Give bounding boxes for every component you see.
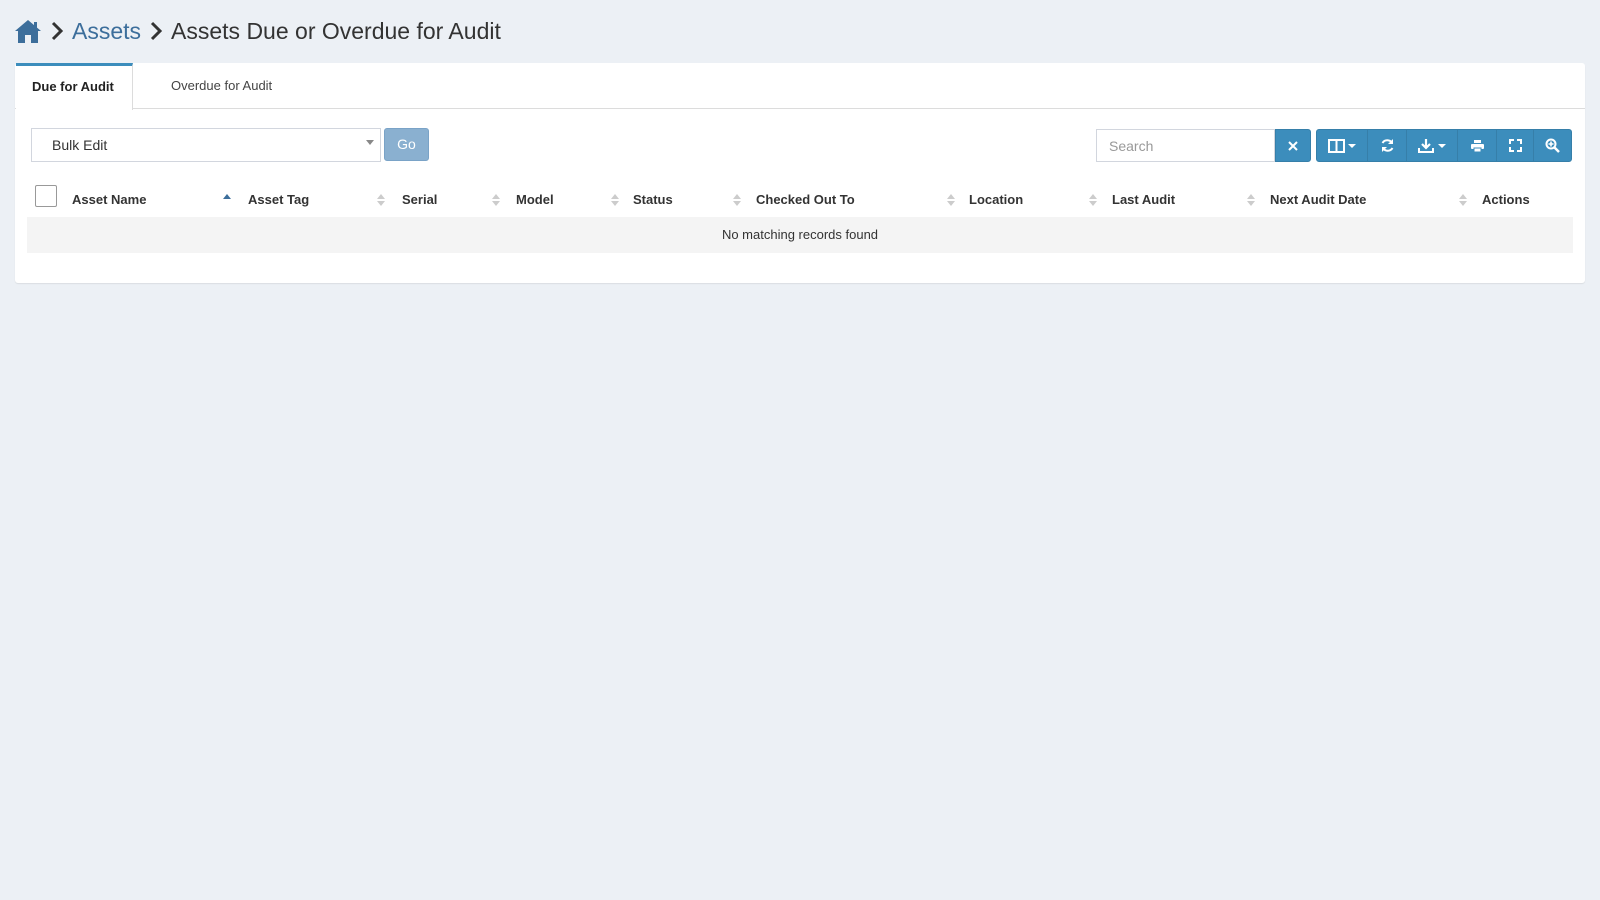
column-label: Status [633, 192, 673, 207]
fullscreen-icon [1508, 139, 1522, 152]
breadcrumb-assets-link[interactable]: Assets [72, 18, 141, 45]
sort-icon [377, 194, 385, 206]
column-label: Actions [1482, 192, 1530, 207]
caret-down-icon [366, 140, 374, 145]
breadcrumb: Assets Assets Due or Overdue for Audit [14, 14, 501, 48]
table-header: Asset Name Asset Tag Serial Model Status… [27, 181, 1573, 217]
columns-button[interactable] [1316, 129, 1368, 162]
chevron-right-icon [149, 21, 163, 41]
column-header-actions: Actions [1482, 181, 1530, 217]
sort-icon [1459, 194, 1467, 206]
sort-icon [492, 194, 500, 206]
column-header-status[interactable]: Status [633, 181, 673, 217]
zoom-in-icon [1545, 138, 1560, 153]
export-button[interactable] [1406, 129, 1458, 162]
column-label: Last Audit [1112, 192, 1176, 207]
page-title: Assets Due or Overdue for Audit [171, 17, 501, 44]
advanced-search-button[interactable] [1533, 129, 1572, 162]
refresh-icon [1380, 138, 1395, 153]
tab-due-for-audit[interactable]: Due for Audit [16, 63, 133, 110]
column-label: Serial [402, 192, 438, 207]
column-label: Asset Tag [248, 192, 310, 207]
bulk-actions-value: Bulk Edit [52, 137, 108, 153]
refresh-button[interactable] [1367, 129, 1407, 162]
go-button[interactable]: Go [384, 128, 429, 161]
tab-bar: Due for Audit Overdue for Audit [15, 63, 1585, 110]
close-icon [1287, 140, 1299, 152]
download-dropdown-icon [1418, 138, 1446, 153]
home-icon[interactable] [14, 17, 42, 45]
print-icon [1470, 139, 1485, 153]
sort-icon [1089, 194, 1097, 206]
empty-table-message: No matching records found [27, 217, 1573, 253]
select-all-checkbox[interactable] [35, 185, 57, 207]
bulk-actions-select[interactable]: Bulk Edit [31, 128, 381, 162]
print-button[interactable] [1457, 129, 1497, 162]
column-label: Model [516, 192, 554, 207]
column-header-model[interactable]: Model [516, 181, 554, 217]
tab-overdue-for-audit[interactable]: Overdue for Audit [155, 63, 272, 109]
sort-icon [947, 194, 955, 206]
column-header-last-audit[interactable]: Last Audit [1112, 181, 1175, 217]
column-label: Checked Out To [756, 192, 855, 207]
column-header-asset-name[interactable]: Asset Name [72, 181, 146, 217]
sort-asc-icon [223, 194, 231, 199]
sort-icon [733, 194, 741, 206]
sort-icon [611, 194, 619, 206]
column-header-location[interactable]: Location [969, 181, 1023, 217]
search-input[interactable] [1096, 129, 1275, 162]
audit-panel: Due for Audit Overdue for Audit Bulk Edi… [15, 63, 1585, 283]
column-header-serial[interactable]: Serial [402, 181, 437, 217]
clear-search-button[interactable] [1275, 129, 1311, 162]
column-label: Next Audit Date [1270, 192, 1367, 207]
column-header-checked-out-to[interactable]: Checked Out To [756, 181, 855, 217]
columns-dropdown-icon [1328, 138, 1356, 153]
sort-icon [1247, 194, 1255, 206]
column-header-next-audit-date[interactable]: Next Audit Date [1270, 181, 1366, 217]
chevron-right-icon [50, 21, 64, 41]
column-label: Asset Name [72, 192, 147, 207]
column-label: Location [969, 192, 1024, 207]
column-header-asset-tag[interactable]: Asset Tag [248, 181, 309, 217]
fullscreen-button[interactable] [1496, 129, 1534, 162]
